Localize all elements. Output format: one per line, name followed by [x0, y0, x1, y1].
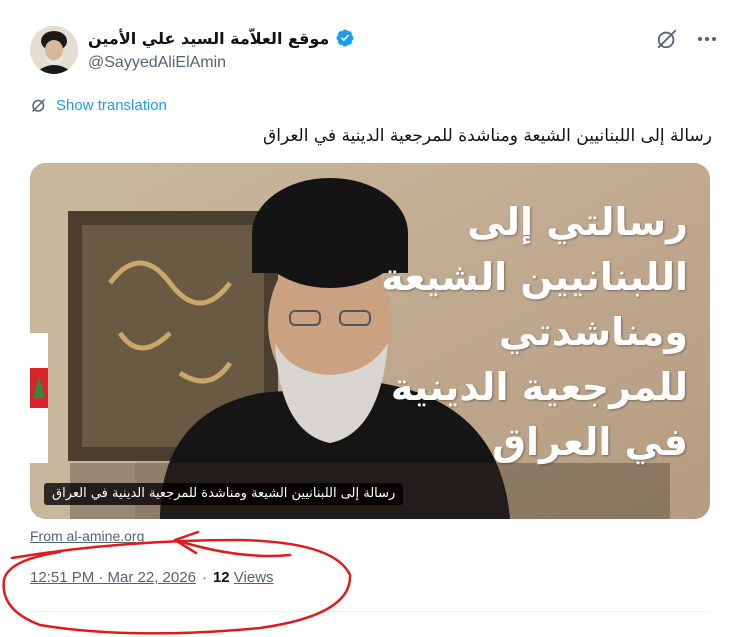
tweet-header: موقع العلاّمة السيد علي الأمين @SayyedAl… [30, 22, 720, 78]
video-media[interactable]: رسالتي إلى اللبنانيين الشيعة ومناشدتي لل… [30, 163, 710, 519]
avatar[interactable] [30, 26, 78, 74]
meta-separator: · [201, 569, 207, 586]
tweet-text: رسالة إلى اللبنانيين الشيعة ومناشدة للمر… [263, 126, 712, 146]
more-dot [698, 37, 702, 41]
views-label: Views [233, 569, 274, 586]
video-caption: رسالة إلى اللبنانيين الشيعة ومناشدة للمر… [44, 483, 404, 505]
divider [30, 611, 710, 612]
translate-icon [32, 99, 45, 112]
views[interactable]: 12 Views [213, 569, 274, 586]
verified-badge-icon [336, 29, 354, 47]
grok-icon[interactable] [656, 28, 678, 50]
views-count: 12 [212, 569, 230, 586]
more-options-button[interactable] [694, 28, 720, 50]
source-link[interactable]: From al-amine.org [30, 528, 144, 544]
more-dot [712, 37, 716, 41]
timestamp-link[interactable]: 12:51 PM · Mar 22, 2026 [30, 569, 196, 586]
more-dot [705, 37, 709, 41]
author-info: موقع العلاّمة السيد علي الأمين @SayyedAl… [88, 26, 355, 72]
annotation-circle [2, 538, 352, 635]
annotation-arrow [173, 530, 292, 558]
author-handle[interactable]: @SayyedAliElAmin [88, 54, 355, 72]
video-overlay-text: رسالتي إلى اللبنانيين الشيعة ومناشدتي لل… [381, 200, 688, 464]
show-translation-label: Show translation [56, 96, 167, 114]
author-name[interactable]: موقع العلاّمة السيد علي الأمين [88, 29, 329, 48]
show-translation-link[interactable]: Show translation [30, 96, 167, 114]
tweet-meta: 12:51 PM · Mar 22, 2026 · 12 Views [30, 569, 274, 586]
